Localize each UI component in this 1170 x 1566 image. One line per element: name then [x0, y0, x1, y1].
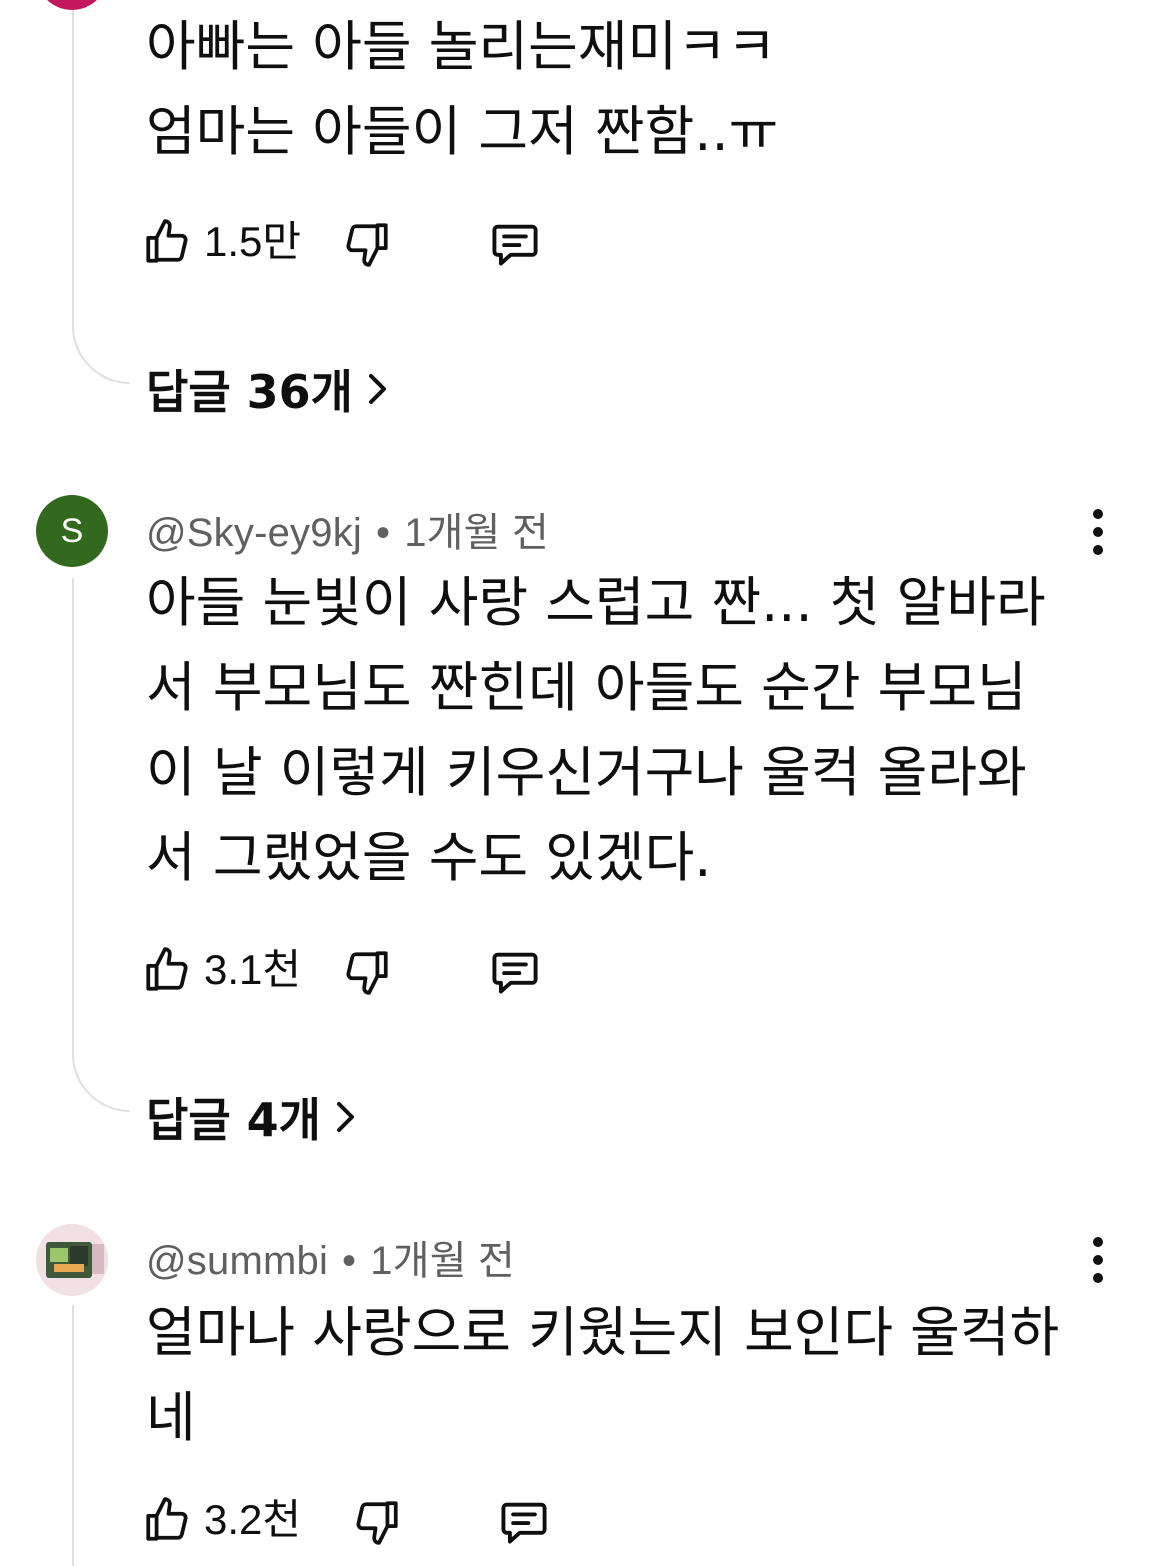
- thumb-up-icon[interactable]: [142, 945, 192, 995]
- separator: •: [342, 1239, 357, 1283]
- thread-line-curve: [72, 326, 130, 384]
- comment-text-line: 네: [146, 1386, 196, 1449]
- comment-header: @summbi • 1개월 전: [146, 1228, 515, 1286]
- comment-text-line: 얼마나 사랑으로 키웠는지 보인다 울컥하: [146, 1301, 1060, 1364]
- comment-text-line: 서 그랬었을 수도 있겠다.: [146, 826, 712, 889]
- comment-header: @Sky-ey9kj • 1개월 전: [146, 500, 549, 558]
- replies-toggle[interactable]: 답글 36개: [146, 356, 389, 422]
- reply-icon[interactable]: [489, 946, 541, 998]
- comment-actions: 3.1천: [142, 940, 562, 1000]
- comment-text: 아들 눈빛이 사랑 스럽고 짠... 첫 알바라 서 부모님도 짠힌데 아들도 …: [146, 560, 1106, 900]
- thread-line-curve: [72, 1054, 130, 1112]
- thumb-up-icon[interactable]: [142, 1495, 192, 1545]
- reply-icon[interactable]: [498, 1496, 550, 1548]
- like-count: 3.1천: [204, 946, 302, 993]
- thumb-up-icon[interactable]: [142, 217, 192, 267]
- separator: •: [375, 511, 391, 555]
- avatar[interactable]: S: [36, 495, 108, 567]
- comment-text-line: 아빠는 아들 놀리는재미ㅋㅋ: [146, 15, 777, 78]
- avatar-letter: S: [60, 511, 84, 550]
- author-name[interactable]: @Sky-ey9kj: [146, 511, 362, 555]
- thread-line: [72, 1305, 74, 1566]
- comment-text-line: 서 부모님도 짠힌데 아들도 순간 부모님: [146, 656, 1027, 719]
- replies-toggle[interactable]: 답글 4개: [146, 1084, 357, 1150]
- avatar[interactable]: [36, 0, 108, 10]
- replies-label: 답글 36개: [146, 365, 353, 419]
- chevron-right-icon: [369, 374, 386, 404]
- more-vertical-icon[interactable]: [1086, 506, 1110, 558]
- chevron-right-icon: [336, 1102, 354, 1132]
- timestamp: 1개월 전: [370, 1239, 516, 1283]
- reply-icon[interactable]: [489, 218, 541, 270]
- like-count: 1.5만: [204, 218, 302, 265]
- replies-label: 답글 4개: [146, 1093, 321, 1147]
- thread-line: [72, 10, 74, 328]
- like-count: 3.2천: [204, 1496, 302, 1543]
- author-name[interactable]: @summbi: [146, 1239, 328, 1283]
- comment-text-line: 엄마는 아들이 그저 짠함..ㅠ: [146, 100, 779, 163]
- avatar[interactable]: [36, 1224, 108, 1296]
- thread-line: [72, 578, 74, 1056]
- thumb-down-icon[interactable]: [342, 219, 392, 269]
- timestamp: 1개월 전: [404, 511, 549, 555]
- avatar-image: [36, 1224, 108, 1296]
- comment-text-line: 아들 눈빛이 사랑 스럽고 짠... 첫 알바라: [146, 571, 1046, 634]
- more-vertical-icon[interactable]: [1086, 1234, 1110, 1286]
- comment-actions: 3.2천: [142, 1490, 562, 1550]
- comment-text-line: 이 날 이렇게 키우신거구나 울컥 올라와: [146, 741, 1027, 804]
- comment-text: 얼마나 사랑으로 키웠는지 보인다 울컥하 네: [146, 1290, 1106, 1460]
- thumb-down-icon[interactable]: [352, 1497, 402, 1547]
- comment-text: 아빠는 아들 놀리는재미ㅋㅋ 엄마는 아들이 그저 짠함..ㅠ: [146, 4, 1106, 174]
- comment-actions: 1.5만: [142, 212, 562, 272]
- thumb-down-icon[interactable]: [342, 947, 392, 997]
